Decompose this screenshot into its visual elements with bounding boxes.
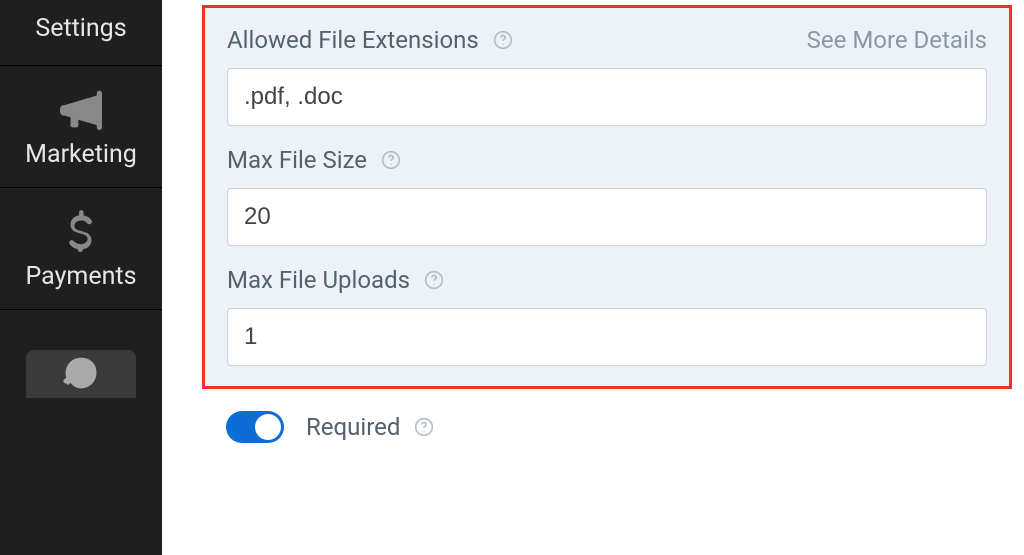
sidebar-item-label: Payments [26, 262, 137, 291]
max-file-size-field: Max File Size [227, 146, 987, 246]
sidebar: Settings Marketing Payments [0, 0, 162, 555]
revisions-pill [26, 350, 136, 398]
allowed-extensions-label: Allowed File Extensions [227, 26, 479, 54]
max-file-size-label: Max File Size [227, 146, 367, 174]
file-settings-panel: Allowed File Extensions See More Details… [202, 5, 1012, 389]
max-file-size-input[interactable] [227, 188, 987, 246]
sidebar-item-marketing[interactable]: Marketing [0, 66, 162, 188]
help-icon[interactable] [381, 150, 401, 170]
sidebar-item-settings[interactable]: Settings [0, 0, 162, 66]
label-row: Allowed File Extensions See More Details [227, 26, 987, 54]
label-row: Max File Uploads [227, 266, 987, 294]
history-icon [62, 354, 100, 396]
see-more-details-link[interactable]: See More Details [807, 26, 987, 54]
help-icon[interactable] [424, 270, 444, 290]
toggle-knob [255, 414, 281, 440]
bullhorn-icon [60, 84, 102, 134]
max-file-uploads-field: Max File Uploads [227, 266, 987, 366]
max-file-uploads-label: Max File Uploads [227, 266, 410, 294]
sidebar-item-label: Marketing [25, 140, 137, 169]
label-row: Max File Size [227, 146, 987, 174]
required-row: Required [202, 389, 1024, 443]
main-content: Allowed File Extensions See More Details… [162, 0, 1024, 555]
allowed-extensions-field: Allowed File Extensions See More Details [227, 26, 987, 126]
required-label: Required [306, 413, 400, 441]
sidebar-item-label: Settings [35, 14, 126, 43]
help-icon[interactable] [414, 417, 434, 437]
max-file-uploads-input[interactable] [227, 308, 987, 366]
sidebar-item-payments[interactable]: Payments [0, 188, 162, 310]
dollar-icon [60, 206, 102, 256]
sidebar-item-revisions[interactable] [0, 310, 162, 416]
help-icon[interactable] [493, 30, 513, 50]
required-toggle[interactable] [226, 411, 284, 443]
allowed-extensions-input[interactable] [227, 68, 987, 126]
